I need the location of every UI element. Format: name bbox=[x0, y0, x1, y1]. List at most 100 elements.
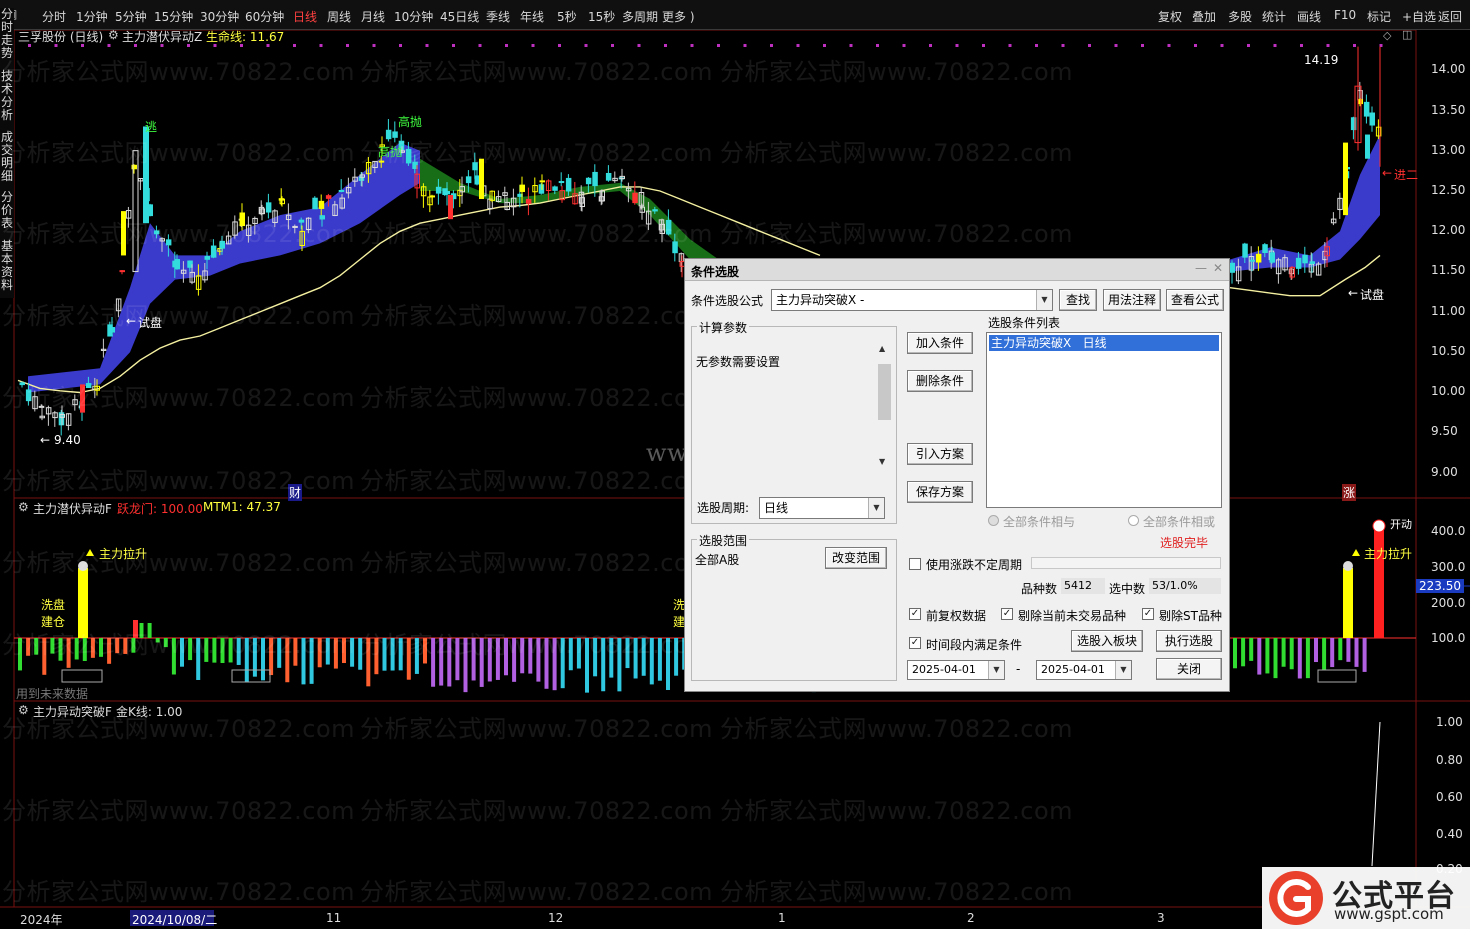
settings-icon[interactable]: ⚙ bbox=[108, 28, 119, 42]
period-tab[interactable]: 季线 bbox=[486, 8, 510, 25]
histogram-bar bbox=[1249, 638, 1254, 661]
period-tab[interactable]: 45日线 bbox=[440, 8, 479, 25]
sub1-tick: 400.0 bbox=[1431, 524, 1466, 538]
signal-dot bbox=[1008, 44, 1012, 47]
candle bbox=[558, 181, 565, 184]
panel-toggle-icon[interactable]: ◫ bbox=[1402, 28, 1412, 41]
save-scheme-button[interactable]: 保存方案 bbox=[907, 481, 973, 503]
chevron-down-icon[interactable]: ▼ bbox=[1115, 661, 1131, 679]
radio-and[interactable] bbox=[988, 515, 999, 526]
sub2-tick: 0.40 bbox=[1436, 827, 1463, 841]
delete-condition-button[interactable]: 删除条件 bbox=[907, 370, 973, 392]
watermark-text: 分析家公式网www.70822.com bbox=[2, 220, 356, 248]
period-select[interactable]: 日线 ▼ bbox=[759, 497, 885, 519]
period-tab[interactable]: 日线 bbox=[293, 8, 317, 25]
chevron-down-icon[interactable]: ▼ bbox=[1036, 290, 1052, 310]
formula-value: 主力异动突破X - bbox=[776, 293, 865, 307]
watermark-text: 分析家公式网www.70822.com bbox=[2, 797, 356, 825]
chevron-down-icon[interactable]: ▼ bbox=[868, 498, 884, 518]
price-tick: 12.50 bbox=[1431, 183, 1466, 197]
formula-select[interactable]: 主力异动突破X - ▼ bbox=[771, 289, 1053, 311]
formula-label: 条件选股公式 bbox=[691, 294, 764, 308]
life-line-value: 生命线: 11.67 bbox=[206, 30, 285, 44]
period-tab[interactable]: 15秒 bbox=[588, 8, 615, 25]
period-label: 选股周期: bbox=[697, 501, 750, 515]
condition-list[interactable]: 主力异动突破X 日线 bbox=[986, 332, 1222, 508]
period-tab[interactable]: 5分钟 bbox=[115, 8, 147, 25]
view-formula-button[interactable]: 查看公式 bbox=[1166, 289, 1224, 311]
toolbar-action[interactable]: 画线 bbox=[1297, 8, 1321, 25]
histogram-bar bbox=[1330, 638, 1335, 668]
period-tab[interactable]: 5秒 bbox=[557, 8, 577, 25]
toolbar-action[interactable]: 多股 bbox=[1228, 8, 1252, 25]
date-to-field[interactable]: 2025-04-01 ▼ bbox=[1036, 660, 1132, 680]
toolbar-action[interactable]: 复权 bbox=[1158, 8, 1182, 25]
toolbar-action[interactable]: F10 bbox=[1334, 8, 1356, 22]
period-tab[interactable]: 多周期 bbox=[622, 8, 658, 25]
limit-up-marker[interactable]: 涨 bbox=[1342, 484, 1357, 501]
period-tab[interactable]: 30分钟 bbox=[200, 8, 239, 25]
period-tab[interactable]: 60分钟 bbox=[245, 8, 284, 25]
toolbar-action[interactable]: 标记 bbox=[1367, 8, 1391, 25]
signal-dot bbox=[1379, 44, 1383, 47]
exclude-today-checkbox[interactable]: ✓ bbox=[1001, 608, 1013, 620]
uncertain-period-checkbox[interactable] bbox=[909, 558, 921, 570]
plus-icon bbox=[1372, 519, 1386, 533]
toolbar-action[interactable]: 统计 bbox=[1262, 8, 1286, 25]
signal-dot bbox=[1141, 44, 1144, 47]
signal-dot bbox=[452, 44, 455, 47]
period-tab[interactable]: 15分钟 bbox=[154, 8, 193, 25]
period-tab[interactable]: 月线 bbox=[361, 8, 385, 25]
period-tab[interactable]: 更多 ) bbox=[662, 8, 695, 25]
execute-button[interactable]: 执行选股 bbox=[1156, 630, 1222, 652]
watermark-text: 分析家公式网www.70822.com bbox=[2, 467, 356, 495]
period-tab[interactable]: 周线 bbox=[327, 8, 351, 25]
change-scope-button[interactable]: 改变范围 bbox=[825, 547, 887, 569]
future-data-note: 用到未来数据 bbox=[16, 687, 89, 701]
candle bbox=[204, 256, 210, 260]
diamond-icon[interactable]: ◇ bbox=[1383, 29, 1391, 42]
period-tab[interactable]: 1分钟 bbox=[76, 8, 108, 25]
adjust-checkbox[interactable]: ✓ bbox=[909, 608, 921, 620]
search-button[interactable]: 查找 bbox=[1059, 289, 1097, 311]
dialog-titlebar[interactable]: 条件选股 — ✕ bbox=[685, 259, 1229, 281]
signal-dot bbox=[876, 44, 879, 47]
up-triangle-icon bbox=[1352, 549, 1360, 556]
add-condition-button[interactable]: 加入条件 bbox=[907, 332, 973, 354]
period-tab[interactable]: 年线 bbox=[520, 8, 544, 25]
candle bbox=[474, 175, 480, 185]
count-label: 品种数 bbox=[1021, 582, 1058, 596]
close-icon[interactable]: ✕ bbox=[1213, 261, 1223, 275]
toolbar-action[interactable]: 返回 bbox=[1438, 8, 1462, 25]
toolbar-action[interactable]: 叠加 bbox=[1192, 8, 1216, 25]
add-to-block-button[interactable]: 选股入板块 bbox=[1071, 630, 1143, 652]
signal-dot bbox=[770, 44, 773, 47]
test-label-2: 试盘 bbox=[1360, 288, 1385, 302]
histogram-bar bbox=[1354, 638, 1359, 667]
params-scrollbar[interactable]: ▲ ▼ bbox=[877, 344, 892, 472]
signal-dot bbox=[558, 44, 561, 47]
selected-value: 53/1.0% bbox=[1149, 578, 1221, 594]
time-range-checkbox[interactable]: ✓ bbox=[909, 637, 921, 649]
condition-list-item[interactable]: 主力异动突破X 日线 bbox=[989, 335, 1219, 351]
stock-chart-app: ▣ 分时1分钟5分钟15分钟30分钟60分钟日线周线月线10分钟45日线季线年线… bbox=[0, 0, 1470, 929]
chevron-down-icon[interactable]: ▼ bbox=[988, 661, 1004, 679]
date-from-field[interactable]: 2025-04-01 ▼ bbox=[907, 660, 1005, 680]
candle bbox=[1249, 259, 1255, 262]
close-button[interactable]: 关闭 bbox=[1156, 658, 1222, 680]
period-tab[interactable]: 10分钟 bbox=[394, 8, 433, 25]
scroll-down-icon[interactable]: ▼ bbox=[879, 457, 885, 466]
scroll-up-icon[interactable]: ▲ bbox=[879, 344, 885, 353]
toolbar-action[interactable]: +自选 bbox=[1402, 8, 1436, 25]
radio-or[interactable] bbox=[1128, 515, 1139, 526]
watermark-text: 分析家公式网www.70822.com bbox=[2, 715, 356, 743]
scroll-thumb[interactable] bbox=[878, 364, 891, 420]
import-scheme-button[interactable]: 引入方案 bbox=[907, 443, 973, 465]
usage-notes-button[interactable]: 用法注释 bbox=[1103, 289, 1161, 311]
signal-dot bbox=[929, 44, 932, 47]
sub1-settings-icon[interactable]: ⚙ bbox=[18, 500, 29, 514]
period-tab[interactable]: 分时 bbox=[42, 8, 66, 25]
exclude-st-checkbox[interactable]: ✓ bbox=[1142, 608, 1154, 620]
minimize-icon[interactable]: — bbox=[1195, 261, 1207, 275]
radio-or-label: 全部条件相或 bbox=[1143, 515, 1216, 529]
